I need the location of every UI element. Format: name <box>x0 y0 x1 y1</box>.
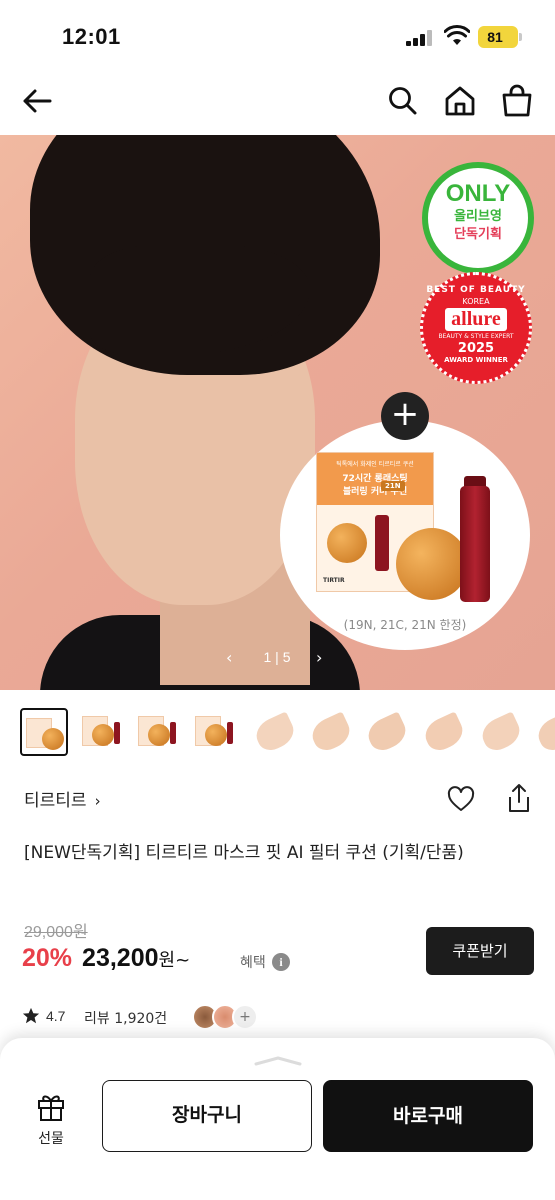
pager-separator: | <box>275 649 279 665</box>
shade-swatch <box>363 711 411 755</box>
cushion-compact-icon <box>327 523 367 563</box>
arrow-left-icon <box>23 89 52 113</box>
shade-swatch <box>307 711 355 755</box>
bundle-product-circle[interactable]: 틱톡에서 화제인 티르티르 쿠션 72시간 롱래스팅 블러링 커버 쿠션 21N… <box>280 420 530 650</box>
info-icon[interactable]: i <box>272 953 290 971</box>
bundle-small-text: 틱톡에서 화제인 티르티르 쿠션 <box>336 461 414 468</box>
shade-swatch <box>420 711 468 755</box>
home-button[interactable] <box>443 84 477 118</box>
thumbnail-3[interactable] <box>134 708 182 756</box>
benefit-label[interactable]: 혜택 <box>240 952 266 972</box>
thumb-bottle <box>170 722 176 744</box>
thumbnail-strip <box>0 696 555 774</box>
serum-bottle-icon <box>460 486 490 602</box>
sale-price: 23,200 <box>82 944 159 972</box>
badge-only-line1: 올리브영 <box>454 209 502 224</box>
product-hero-image[interactable]: ONLY 올리브영 단독기획 BEST OF BEAUTY KOREA allu… <box>0 135 555 690</box>
add-to-cart-button[interactable]: 장바구니 <box>102 1080 312 1152</box>
thumb-bottle <box>114 722 120 744</box>
pager-next-button[interactable]: › <box>316 648 322 667</box>
thumb-cushion <box>148 724 170 746</box>
discount-rate: 20% <box>22 944 73 972</box>
thumbnail-7[interactable] <box>362 708 411 756</box>
badge-only-title: ONLY <box>445 180 511 207</box>
thumbnail-9[interactable] <box>476 708 525 756</box>
thumbnail-2[interactable] <box>78 708 126 756</box>
olive-young-only-badge: ONLY 올리브영 단독기획 <box>422 162 534 274</box>
thumbnail-4[interactable] <box>191 708 239 756</box>
thumb-cushion <box>205 724 227 746</box>
serum-bottle-icon <box>375 515 389 571</box>
bundle-line2: 블러링 커버 쿠션 <box>342 487 408 497</box>
shade-swatch <box>477 711 525 755</box>
brand-name: 티르티르 <box>24 791 87 811</box>
price-unit: 원~ <box>158 950 191 971</box>
bundle-shade-tag: 21N <box>381 481 405 491</box>
bundle-package-header: 틱톡에서 화제인 티르티르 쿠션 72시간 롱래스팅 블러링 커버 쿠션 <box>317 453 433 505</box>
coupon-button[interactable]: 쿠폰받기 <box>426 927 534 975</box>
status-bar: 12:01 81 <box>0 0 555 70</box>
pager-count: 1 | 5 <box>252 649 302 665</box>
thumbnail-1[interactable] <box>20 708 68 756</box>
cellular-signal-icon <box>406 30 434 46</box>
gift-icon <box>38 1095 64 1121</box>
bottom-purchase-bar: 선물 장바구니 바로구매 <box>0 1038 555 1200</box>
back-button[interactable] <box>20 84 54 118</box>
bundle-caption: (19N, 21C, 21N 한정) <box>343 618 467 632</box>
allure-logo: allure <box>445 308 507 331</box>
product-title: [NEW단독기획] 티르티르 마스크 핏 AI 필터 쿠션 (기획/단품) <box>24 843 464 863</box>
thumb-bottle <box>227 722 233 744</box>
chevron-right-icon: › <box>94 792 101 810</box>
thumb-cushion <box>42 728 64 750</box>
battery-level: 81 <box>487 29 503 45</box>
allure-award-badge: BEST OF BEAUTY KOREA allure BEAUTY & STY… <box>420 272 532 384</box>
brand-link[interactable]: 티르티르 › <box>24 786 101 811</box>
badge-only-line2: 단독기획 <box>454 227 502 242</box>
pager-prev-button[interactable]: ‹ <box>226 648 232 667</box>
thumbnail-5[interactable] <box>250 708 299 756</box>
thumbnail-8[interactable] <box>419 708 468 756</box>
chevron-up-icon[interactable] <box>254 1056 302 1066</box>
battery-icon: 81 <box>478 26 518 48</box>
search-icon <box>389 87 417 115</box>
original-price: 29,000원 <box>24 924 88 941</box>
thumbnail-10[interactable] <box>532 708 555 756</box>
wifi-icon <box>444 25 470 45</box>
bundle-brand-logo: TIRTIR <box>323 577 345 584</box>
pager-total: 5 <box>282 649 291 665</box>
home-icon <box>445 86 475 116</box>
shade-swatch <box>251 711 299 755</box>
reviewer-avatars: + <box>192 1004 292 1032</box>
heart-icon[interactable] <box>446 784 476 814</box>
status-time: 12:01 <box>62 24 121 49</box>
gift-label: 선물 <box>38 1131 64 1147</box>
image-pager: ‹ 1 | 5 › <box>220 648 332 672</box>
award-top-text: BEST OF BEAUTY <box>426 285 526 295</box>
top-nav-bar <box>0 70 555 134</box>
award-year: 2025 <box>457 341 495 356</box>
share-icon[interactable] <box>506 782 532 814</box>
buy-now-button[interactable]: 바로구매 <box>323 1080 533 1152</box>
price-row: 20% 23,200원~ <box>22 944 190 984</box>
thumbnail-6[interactable] <box>306 708 355 756</box>
pager-current: 1 <box>263 649 272 665</box>
rating-score: 4.7 <box>46 1008 66 1024</box>
cushion-compact-icon <box>396 528 468 600</box>
shopping-bag-icon <box>502 84 532 117</box>
battery-tip <box>519 33 522 41</box>
award-korea-text: KOREA <box>462 297 490 306</box>
more-avatars: + <box>232 1004 258 1030</box>
shade-swatch <box>533 711 555 755</box>
bundle-line1: 72시간 롱래스팅 <box>342 474 408 484</box>
gift-button[interactable]: 선물 <box>20 1090 82 1154</box>
award-expert-text: BEAUTY & STYLE EXPERT <box>438 333 514 340</box>
add-bundle-button[interactable]: + <box>381 392 429 440</box>
cart-button[interactable] <box>500 84 534 118</box>
search-button[interactable] <box>386 84 420 118</box>
thumb-cushion <box>92 724 114 746</box>
star-icon <box>22 1007 40 1024</box>
award-winner-text: AWARD WINNER <box>444 356 508 364</box>
